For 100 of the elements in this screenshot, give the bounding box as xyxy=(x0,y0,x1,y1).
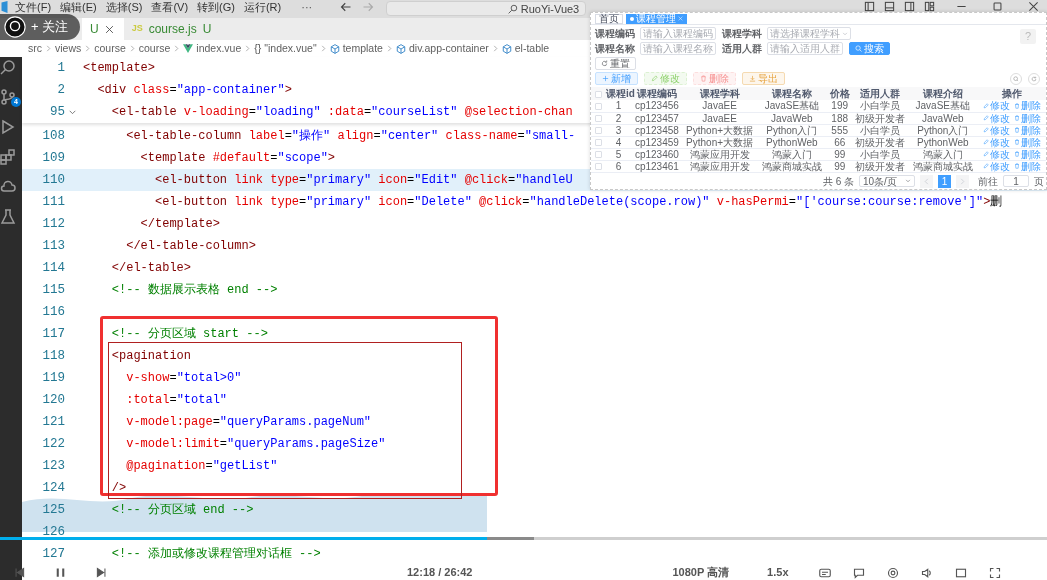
back-arrow-icon[interactable] xyxy=(340,1,353,13)
column-header: 课程名称 xyxy=(756,87,827,100)
table-cell: 鸿蒙商城实战 xyxy=(756,160,827,172)
breadcrumb-item[interactable]: el-table xyxy=(501,40,550,57)
layout-icon[interactable] xyxy=(884,1,895,12)
pause-icon[interactable] xyxy=(55,567,66,578)
window-icon[interactable] xyxy=(954,566,967,579)
field-label: 课程名称 xyxy=(595,42,636,55)
line-number: 127 xyxy=(42,545,65,563)
breadcrumb-item[interactable]: src xyxy=(28,40,42,57)
chat-icon[interactable] xyxy=(852,566,865,579)
action-link[interactable]: 删除 xyxy=(1013,136,1041,148)
cube-icon xyxy=(501,43,512,54)
close-icon[interactable] xyxy=(104,24,114,34)
breadcrumb-item[interactable]: div.app-container xyxy=(395,40,489,57)
table-cell: JavaSE基础 xyxy=(756,100,827,112)
action-link[interactable]: 删除 xyxy=(1013,112,1041,124)
editor-tab[interactable]: U xyxy=(82,18,124,40)
refresh-icon xyxy=(601,60,608,67)
action-link[interactable]: 修改 xyxy=(982,124,1010,136)
page-size-select[interactable]: 10条/页 xyxy=(859,175,915,187)
action-link[interactable]: 删除 xyxy=(1013,160,1041,172)
input-field[interactable]: 请输入课程名称 xyxy=(640,42,716,55)
line-number: 112 xyxy=(42,215,65,233)
search-icon[interactable] xyxy=(0,59,16,75)
close-icon[interactable] xyxy=(1028,1,1039,12)
line-number: 126 xyxy=(42,523,65,541)
skip-forward-icon[interactable] xyxy=(96,567,107,578)
table-cell: JavaEE xyxy=(682,112,757,124)
action-link[interactable]: 删除 xyxy=(1013,100,1041,112)
cloud-icon[interactable] xyxy=(0,179,16,195)
menu-item[interactable]: 转到(G) xyxy=(197,1,235,13)
checkbox[interactable] xyxy=(594,163,602,171)
breadcrumb-item[interactable]: index.vue xyxy=(183,40,242,57)
reset-button[interactable]: 重置 xyxy=(595,57,636,70)
table-cell: 6 xyxy=(605,160,632,172)
action-link[interactable]: 修改 xyxy=(982,136,1010,148)
page-suffix: 页 xyxy=(1034,175,1044,187)
line-number: 95 xyxy=(50,103,65,121)
code-line: <!-- 分页区域 end --> xyxy=(110,502,254,519)
chevron-right-icon xyxy=(491,45,499,52)
action-link[interactable]: 修改 xyxy=(982,160,1010,172)
breadcrumb-item[interactable]: course xyxy=(138,40,171,57)
code-line: @pagination="getList" xyxy=(125,458,278,475)
follow-button[interactable]: + 关注 xyxy=(0,14,80,40)
action-link[interactable]: 修改 xyxy=(982,100,1010,112)
input-field[interactable]: 请输入适用人群 xyxy=(767,42,843,55)
quality-button[interactable]: 1080P 高清 xyxy=(672,564,730,580)
speed-button[interactable]: 1.5x xyxy=(767,564,789,580)
checkbox[interactable] xyxy=(594,115,602,123)
playback-time: 12:18 / 26:42 xyxy=(407,565,473,580)
input-field[interactable]: 请输入课程编码 xyxy=(640,27,716,40)
menu-item[interactable]: 文件(F) xyxy=(15,1,52,13)
fullscreen-icon[interactable] xyxy=(988,566,1001,579)
line-number: 113 xyxy=(42,237,65,255)
layout-icon[interactable] xyxy=(904,1,915,12)
danmaku-icon[interactable] xyxy=(818,566,831,579)
breadcrumb-item[interactable]: {} "index.vue" xyxy=(254,40,317,57)
action-link[interactable]: 修改 xyxy=(982,112,1010,124)
code-line: <!-- 添加或修改课程管理对话框 --> xyxy=(110,546,321,563)
page-tag[interactable]: 首页 xyxy=(595,13,623,24)
menu-item[interactable]: 运行(R) xyxy=(243,1,282,13)
vue-file-icon xyxy=(183,44,194,53)
run-debug-icon[interactable] xyxy=(0,119,16,135)
action-link[interactable]: 删除 xyxy=(1013,148,1041,160)
line-number: 117 xyxy=(42,325,65,343)
checkbox[interactable] xyxy=(594,127,602,135)
action-link[interactable]: 修改 xyxy=(982,148,1010,160)
checkbox[interactable] xyxy=(594,90,602,98)
menu-item[interactable]: 查看(V) xyxy=(151,1,189,13)
checkbox[interactable] xyxy=(594,151,602,159)
menu-item[interactable]: 选择(S) xyxy=(105,1,143,13)
action-link[interactable]: 删除 xyxy=(1013,124,1041,136)
line-number: 116 xyxy=(42,303,65,321)
code-line: <el-button link type="primary" icon="Edit" @click="handleU xyxy=(154,172,573,189)
column-header: 课程介绍 xyxy=(907,87,978,100)
breadcrumb-item[interactable]: template xyxy=(329,40,383,57)
line-number: 119 xyxy=(42,369,65,387)
maximize-icon[interactable] xyxy=(992,1,1003,12)
skip-back-icon[interactable] xyxy=(14,567,25,578)
flask-icon[interactable] xyxy=(0,209,16,225)
branch-icon[interactable] xyxy=(0,89,16,105)
command-search-field[interactable]: RuoYi-Vue3 xyxy=(386,1,587,16)
caret-icon xyxy=(905,178,911,184)
breadcrumb-item[interactable]: views xyxy=(55,40,82,57)
layout-icon[interactable] xyxy=(924,1,935,12)
more-menu[interactable]: ··· xyxy=(301,1,313,13)
breadcrumb-item[interactable]: course xyxy=(94,40,126,57)
code-line: <el-table v-loading="loading" :data="courseList" @selection-chan xyxy=(110,104,573,121)
page-jump-field[interactable]: 1 xyxy=(1003,175,1029,187)
checkbox[interactable] xyxy=(594,103,602,111)
table-cell: 2 xyxy=(605,112,632,124)
layout-icon[interactable] xyxy=(864,1,875,12)
extensions-icon[interactable] xyxy=(0,149,16,165)
code-line: /> xyxy=(110,480,127,497)
table-cell: 小白学员 xyxy=(852,124,908,136)
volume-icon[interactable] xyxy=(920,566,933,579)
menu-item[interactable]: 编辑(E) xyxy=(60,1,97,13)
line-number: 111 xyxy=(42,193,65,211)
checkbox[interactable] xyxy=(594,139,602,147)
